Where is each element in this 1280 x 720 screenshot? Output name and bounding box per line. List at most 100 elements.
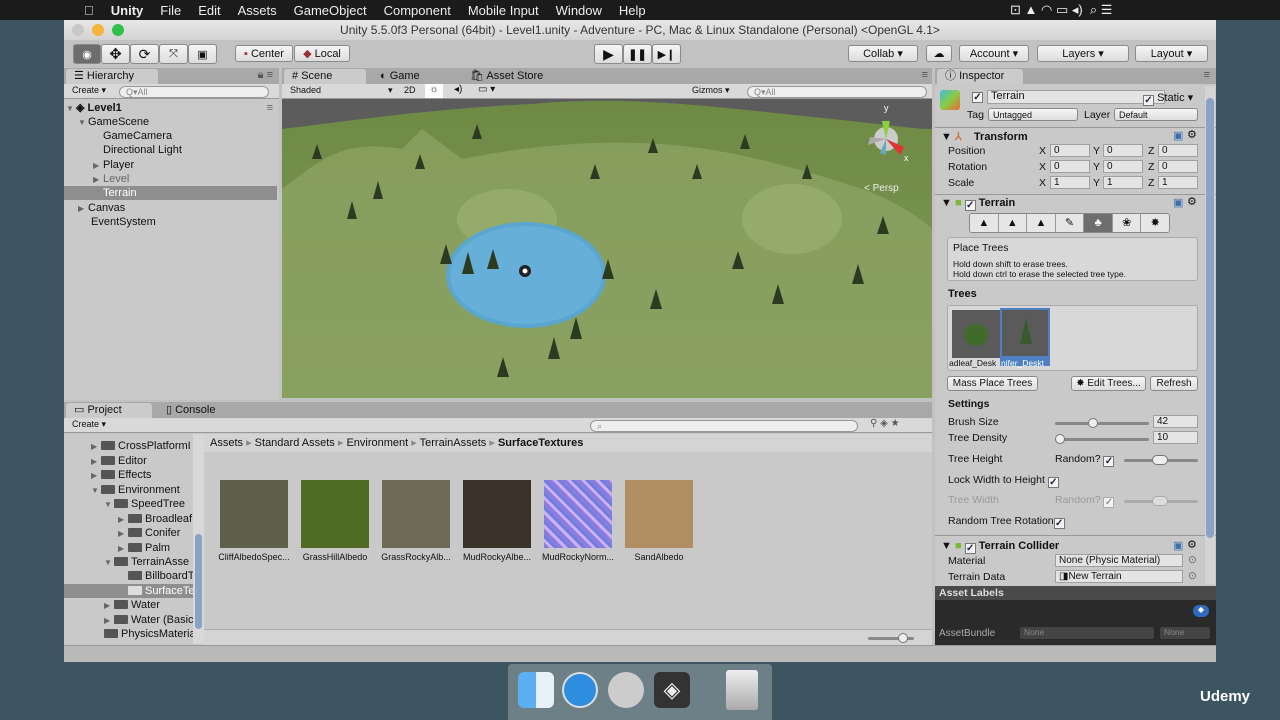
folder-item[interactable]: ▶ Effects bbox=[91, 468, 151, 482]
create-button[interactable]: Create ▾ bbox=[72, 419, 106, 430]
active-checkbox[interactable]: ✓ bbox=[972, 92, 983, 103]
tab-console[interactable]: ▯ Console bbox=[158, 403, 223, 418]
step-button[interactable]: ▶❙ bbox=[652, 44, 681, 64]
zoom-button[interactable] bbox=[112, 24, 124, 36]
rotation-y[interactable]: 0 bbox=[1103, 160, 1143, 173]
scene-search[interactable]: Q▾All bbox=[747, 86, 927, 98]
object-picker-icon[interactable]: ⊙ bbox=[1188, 554, 1197, 566]
asset-tile[interactable]: GrassHillAlbedo bbox=[301, 480, 369, 562]
lock-icon[interactable]: ≡ bbox=[1204, 69, 1210, 81]
hierarchy-item[interactable]: ▶ Player bbox=[93, 158, 134, 172]
paint-height-tool-icon[interactable]: ▲ bbox=[998, 214, 1028, 232]
menu-window[interactable]: Window bbox=[556, 3, 602, 18]
asset-tile[interactable]: MudRockyNorm... bbox=[542, 480, 614, 562]
close-button[interactable] bbox=[72, 24, 84, 36]
scale-x[interactable]: 1 bbox=[1050, 176, 1090, 189]
asset-tile[interactable]: MudRockyAlbe... bbox=[463, 480, 531, 562]
help-icon[interactable]: ▣ bbox=[1173, 539, 1183, 552]
minimize-button[interactable] bbox=[92, 24, 104, 36]
tag-icon[interactable]: ◆ bbox=[1193, 605, 1209, 617]
hierarchy-item[interactable]: ▶ Level bbox=[93, 172, 129, 186]
scene-root[interactable]: ▼ ◈ Level1 ≡ bbox=[66, 101, 277, 115]
position-x[interactable]: 0 bbox=[1050, 144, 1090, 157]
create-button[interactable]: Create ▾ bbox=[72, 85, 106, 96]
folder-item[interactable]: ▼ TerrainAsse bbox=[104, 555, 189, 569]
asset-tile[interactable]: SandAlbedo bbox=[625, 480, 693, 562]
scene-viewport[interactable]: y x < Persp bbox=[282, 99, 932, 398]
folder-item[interactable]: ▶ Water bbox=[104, 598, 160, 612]
tree-height-random[interactable]: Random? ✓ bbox=[1055, 453, 1115, 467]
asset-bundle-dropdown[interactable]: None bbox=[1020, 627, 1154, 639]
view-tool-icon[interactable]: ◉ bbox=[73, 44, 101, 64]
hierarchy-item-selected[interactable]: Terrain bbox=[64, 186, 277, 200]
scale-z[interactable]: 1 bbox=[1158, 176, 1198, 189]
folder-item[interactable]: ▶ Water (Basic) bbox=[104, 613, 197, 627]
hierarchy-item[interactable]: ▶ Canvas bbox=[78, 201, 125, 215]
apple-icon[interactable]:  bbox=[84, 3, 94, 18]
paint-texture-tool-icon[interactable]: ✎ bbox=[1055, 214, 1085, 232]
menu-component[interactable]: Component bbox=[384, 3, 451, 18]
account-button[interactable]: Account ▾ bbox=[959, 45, 1029, 62]
hierarchy-item[interactable]: ▼ GameScene bbox=[78, 115, 149, 129]
tag-dropdown[interactable]: Untagged bbox=[988, 108, 1078, 121]
breadcrumb-item[interactable]: Standard Assets bbox=[255, 437, 335, 449]
folder-item[interactable]: BillboardT bbox=[128, 569, 195, 583]
scale-tool-icon[interactable]: ⤧ bbox=[159, 44, 188, 64]
name-field[interactable]: Terrain bbox=[987, 90, 1165, 104]
menu-help[interactable]: Help bbox=[619, 3, 646, 18]
tree-prototype-conifer-selected[interactable]: nifer_Deskt bbox=[1000, 308, 1050, 368]
random-rotation-label[interactable]: Random Tree Rotation✓ bbox=[948, 515, 1065, 529]
terrain-collider-header[interactable]: ▼ ■ ✓ Terrain Collider bbox=[941, 540, 1059, 554]
collab-button[interactable]: Collab ▾ bbox=[848, 45, 918, 62]
smooth-height-tool-icon[interactable]: ▲ bbox=[1027, 214, 1056, 232]
folder-item[interactable]: ▼ Environment bbox=[91, 483, 180, 497]
lighting-toggle-icon[interactable]: ☼ bbox=[425, 84, 443, 98]
position-y[interactable]: 0 bbox=[1103, 144, 1143, 157]
terrain-data-field[interactable]: ◨New Terrain bbox=[1055, 570, 1183, 583]
menu-edit[interactable]: Edit bbox=[198, 3, 220, 18]
effects-toggle-icon[interactable]: ▭ ▾ bbox=[478, 84, 495, 95]
hierarchy-item[interactable]: GameCamera bbox=[103, 129, 172, 143]
folder-item[interactable]: ▶ Palm bbox=[118, 541, 170, 555]
folder-item[interactable]: ▶ CrossPlatformI bbox=[91, 439, 191, 453]
position-z[interactable]: 0 bbox=[1158, 144, 1198, 157]
brush-size-slider[interactable] bbox=[1055, 418, 1149, 428]
lock-icon[interactable]: 🔒︎ ≡ bbox=[258, 69, 273, 82]
paint-details-tool-icon[interactable]: ❀ bbox=[1112, 214, 1142, 232]
rect-tool-icon[interactable]: ▣ bbox=[188, 44, 217, 64]
asset-tile[interactable]: GrassRockyAlb... bbox=[381, 480, 451, 562]
edit-trees-button[interactable]: ✸ Edit Trees... bbox=[1071, 376, 1146, 391]
pivot-center-button[interactable]: ▪ Center bbox=[235, 45, 293, 62]
tab-inspector[interactable]: ⓘ Inspector bbox=[937, 69, 1023, 84]
finder-icon[interactable] bbox=[518, 672, 554, 708]
gear-icon[interactable]: ⚙ bbox=[1187, 538, 1197, 551]
inspector-scrollbar[interactable] bbox=[1205, 86, 1215, 584]
terrain-settings-tool-icon[interactable]: ✸ bbox=[1141, 214, 1169, 232]
pause-button[interactable]: ❚❚ bbox=[623, 44, 652, 64]
folder-item[interactable]: PhysicsMateria bbox=[104, 627, 196, 641]
object-picker-icon[interactable]: ⊙ bbox=[1188, 570, 1197, 582]
menu-gameobject[interactable]: GameObject bbox=[294, 3, 367, 18]
folder-item-selected[interactable]: SurfaceTe bbox=[64, 584, 195, 598]
refresh-button[interactable]: Refresh bbox=[1150, 376, 1198, 391]
menu-mobile-input[interactable]: Mobile Input bbox=[468, 3, 539, 18]
unity-icon[interactable]: ◈ bbox=[654, 672, 690, 708]
folder-scrollbar[interactable] bbox=[193, 434, 204, 644]
mass-place-trees-button[interactable]: Mass Place Trees bbox=[947, 376, 1038, 391]
layer-dropdown[interactable]: Default bbox=[1114, 108, 1198, 121]
tree-prototype-broadleaf[interactable] bbox=[952, 310, 1000, 358]
help-icon[interactable]: ▣ bbox=[1173, 129, 1183, 142]
hierarchy-search[interactable]: Q▾All bbox=[119, 86, 269, 98]
move-tool-icon[interactable]: ✥ bbox=[101, 44, 130, 64]
tree-height-range-slider[interactable] bbox=[1124, 455, 1198, 465]
pivot-local-button[interactable]: ◆ Local bbox=[294, 45, 350, 62]
audio-toggle-icon[interactable]: ◂) bbox=[454, 84, 462, 95]
layout-button[interactable]: Layout ▾ bbox=[1135, 45, 1208, 62]
gizmos-dropdown[interactable]: Gizmos ▾ bbox=[692, 85, 730, 96]
menu-app[interactable]: Unity bbox=[111, 3, 144, 18]
rotation-x[interactable]: 0 bbox=[1050, 160, 1090, 173]
gear-icon[interactable]: ⚙ bbox=[1187, 195, 1197, 208]
raise-terrain-tool-icon[interactable]: ▲ bbox=[970, 214, 999, 232]
menu-assets[interactable]: Assets bbox=[238, 3, 277, 18]
folder-item[interactable]: ▶ Conifer bbox=[118, 526, 180, 540]
